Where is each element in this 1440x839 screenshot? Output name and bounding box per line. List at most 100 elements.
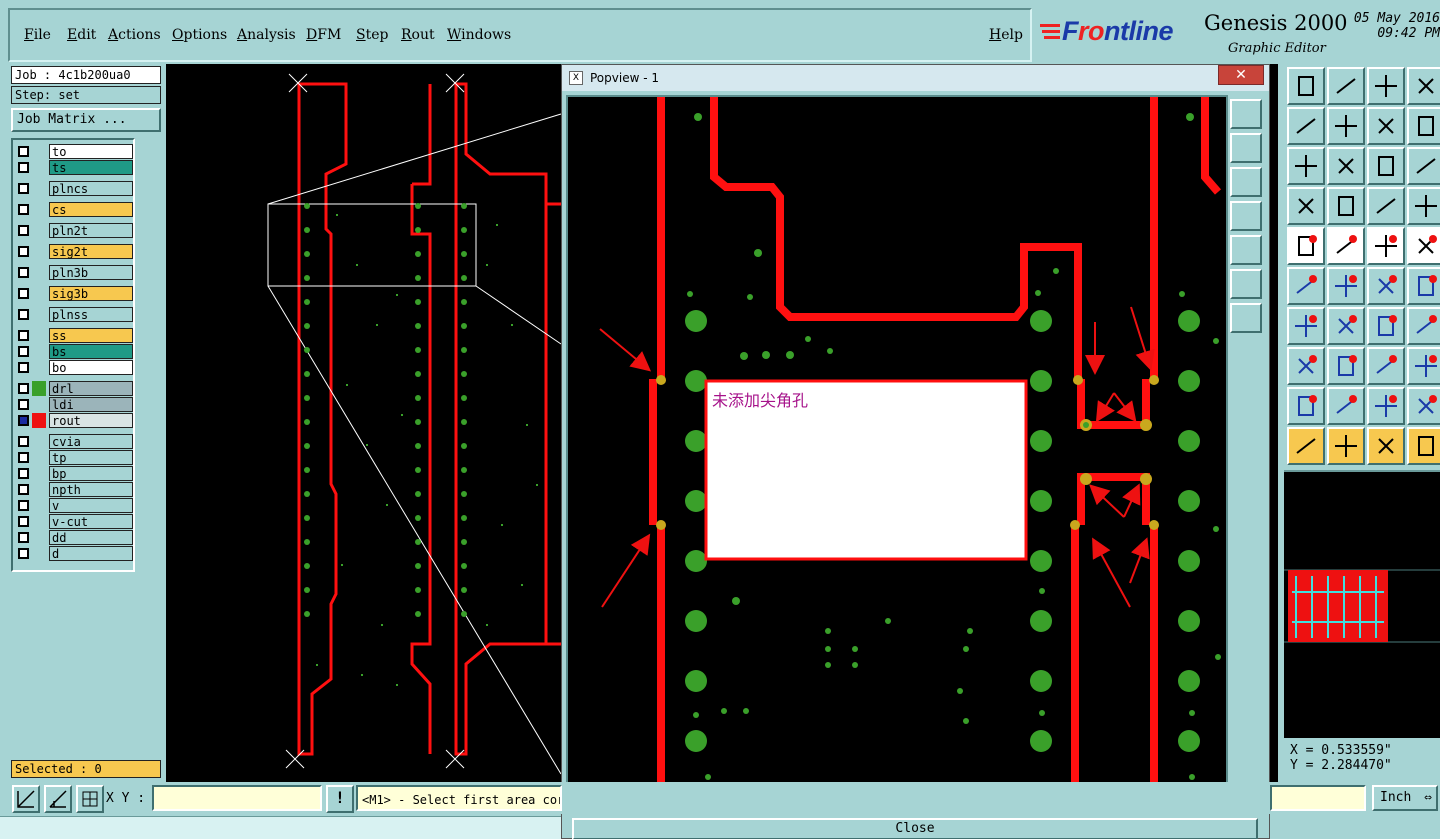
layer-color-swatch[interactable]	[32, 360, 46, 375]
pan-icon[interactable]	[1367, 107, 1405, 145]
layer-color-swatch[interactable]	[32, 381, 46, 396]
net-icon[interactable]	[1367, 187, 1405, 225]
cross-icon[interactable]	[1327, 267, 1365, 305]
menu-file[interactable]: File	[24, 27, 51, 43]
layer-checkbox[interactable]	[18, 399, 29, 410]
layer-row-plncs[interactable]: plncs	[15, 181, 133, 196]
layer-row-npth[interactable]: npth	[15, 482, 133, 497]
minus-icon[interactable]	[1327, 347, 1365, 385]
layer-color-swatch[interactable]	[32, 181, 46, 196]
layer-color-swatch[interactable]	[32, 498, 46, 513]
layer-checkbox[interactable]	[18, 346, 29, 357]
layer-row-plnss[interactable]: plnss	[15, 307, 133, 322]
layer-checkbox[interactable]	[18, 383, 29, 394]
popview-close-button[interactable]: Close	[572, 818, 1258, 839]
menu-actions[interactable]: Actions	[108, 27, 161, 43]
slash-icon[interactable]	[1287, 307, 1325, 345]
xy-input[interactable]	[152, 785, 322, 811]
mini-map[interactable]	[1284, 470, 1440, 738]
layer-row-bp[interactable]: bp	[15, 466, 133, 481]
cursor3-icon[interactable]	[1367, 427, 1405, 465]
menu-rout[interactable]: Rout	[401, 27, 435, 43]
layer-color-swatch[interactable]	[32, 244, 46, 259]
menu-options[interactable]: Options	[172, 27, 227, 43]
net2-icon[interactable]	[1407, 187, 1440, 225]
triangle4-icon[interactable]	[1407, 387, 1440, 425]
fit-all-icon[interactable]	[1287, 147, 1325, 185]
menu-edit[interactable]: Edit	[67, 27, 96, 43]
pv-left-icon[interactable]	[1230, 201, 1262, 231]
triangle2-icon[interactable]	[1327, 387, 1365, 425]
layer-row-bs[interactable]: bs	[15, 344, 133, 359]
center-icon[interactable]	[1327, 147, 1365, 185]
pad-icon[interactable]	[1287, 347, 1325, 385]
layer-row-pln2t[interactable]: pln2t	[15, 223, 133, 238]
layer-color-swatch[interactable]	[32, 546, 46, 561]
cursor-icon[interactable]	[1287, 427, 1325, 465]
layer-checkbox[interactable]	[18, 452, 29, 463]
layer-row-rout[interactable]: rout	[15, 413, 133, 428]
layer-row-to[interactable]: to	[15, 144, 133, 159]
ruler-icon[interactable]	[1367, 227, 1405, 265]
layer-color-swatch[interactable]	[32, 344, 46, 359]
help-query-icon[interactable]	[1407, 147, 1440, 185]
connect-icon[interactable]	[1287, 267, 1325, 305]
home-top-icon[interactable]	[1287, 67, 1325, 105]
arc-icon[interactable]	[1367, 307, 1405, 345]
layer-checkbox[interactable]	[18, 183, 29, 194]
layer-row-ts[interactable]: ts	[15, 160, 133, 175]
menu-step[interactable]: Step	[356, 27, 388, 43]
line-dot2-icon[interactable]	[1407, 267, 1440, 305]
layer-checkbox[interactable]	[18, 415, 29, 426]
unit-select[interactable]: Inch ⇔	[1372, 785, 1438, 811]
popview-titlebar[interactable]: X Popview - 1 ✕	[562, 65, 1269, 91]
layer-row-v[interactable]: v	[15, 498, 133, 513]
triangle3-icon[interactable]	[1367, 387, 1405, 425]
layer-color-swatch[interactable]	[32, 286, 46, 301]
job-matrix-button[interactable]: Job Matrix ...	[11, 108, 161, 132]
layer-color-swatch[interactable]	[32, 466, 46, 481]
pv-fit-icon[interactable]	[1230, 269, 1262, 299]
layer-checkbox[interactable]	[18, 267, 29, 278]
grid-icon[interactable]	[1327, 187, 1365, 225]
layer-row-tp[interactable]: tp	[15, 450, 133, 465]
cursor4-icon[interactable]	[1407, 427, 1440, 465]
layer-color-swatch[interactable]	[32, 307, 46, 322]
slash2-icon[interactable]	[1327, 307, 1365, 345]
popview-canvas[interactable]: 未添加尖角孔	[566, 95, 1228, 813]
layer-row-sig2t[interactable]: sig2t	[15, 244, 133, 259]
pv-center-icon[interactable]	[1230, 303, 1262, 333]
layer-color-swatch[interactable]	[32, 144, 46, 159]
layer-checkbox[interactable]	[18, 468, 29, 479]
layer-checkbox[interactable]	[18, 330, 29, 341]
layer-color-swatch[interactable]	[32, 328, 46, 343]
layer-row-cs[interactable]: cs	[15, 202, 133, 217]
layer-checkbox[interactable]	[18, 204, 29, 215]
layer-color-swatch[interactable]	[32, 397, 46, 412]
layer-row-pln3b[interactable]: pln3b	[15, 265, 133, 280]
menu-windows[interactable]: Windows	[447, 27, 511, 43]
layer-checkbox[interactable]	[18, 225, 29, 236]
house-icon[interactable]	[1367, 67, 1405, 105]
scale-icon[interactable]	[1367, 147, 1405, 185]
layer-color-swatch[interactable]	[32, 160, 46, 175]
pv-down-icon[interactable]	[1230, 167, 1262, 197]
zoom-left-icon[interactable]	[1287, 107, 1325, 145]
layer-color-swatch[interactable]	[32, 413, 46, 428]
layer-checkbox[interactable]	[18, 500, 29, 511]
layer-row-ldi[interactable]: ldi	[15, 397, 133, 412]
snap-icon[interactable]	[12, 785, 40, 813]
layer-color-swatch[interactable]	[32, 450, 46, 465]
text-icon[interactable]	[1407, 307, 1440, 345]
redraw-icon[interactable]	[1407, 107, 1440, 145]
pv-zoom-in-icon[interactable]	[1230, 99, 1262, 129]
layer-color-swatch[interactable]	[32, 202, 46, 217]
layer-checkbox[interactable]	[18, 162, 29, 173]
menu-analysis[interactable]: Analysis	[237, 27, 296, 43]
grid-icon[interactable]	[76, 785, 104, 813]
layer-color-swatch[interactable]	[32, 530, 46, 545]
menu-dfm[interactable]: DFM	[306, 27, 341, 43]
rect-select-icon[interactable]	[1327, 227, 1365, 265]
layer-row-dd[interactable]: dd	[15, 530, 133, 545]
pen-icon[interactable]	[1287, 187, 1325, 225]
